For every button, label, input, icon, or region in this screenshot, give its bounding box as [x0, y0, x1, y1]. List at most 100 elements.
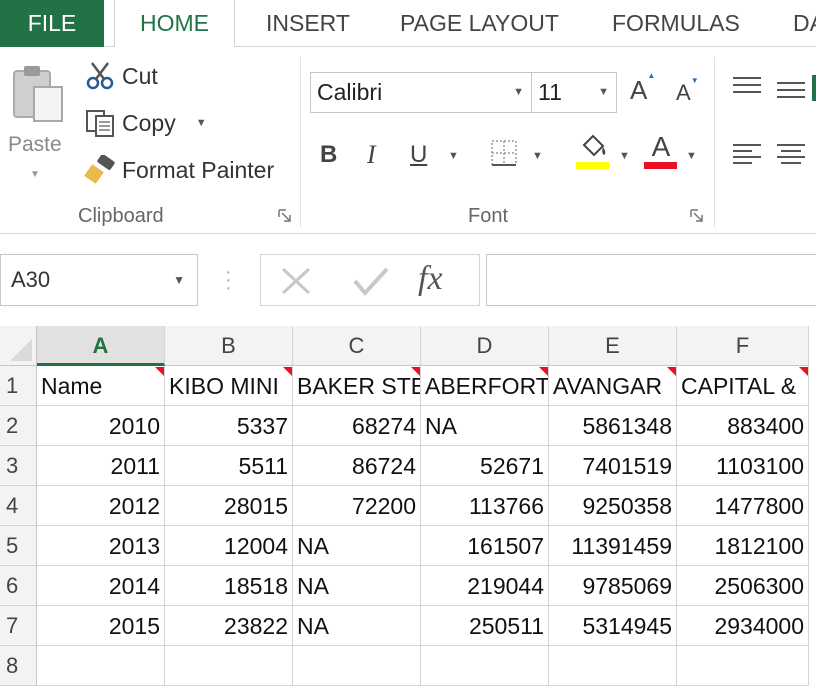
- clipboard-dialog-launcher-icon[interactable]: [278, 209, 292, 223]
- cell-c6[interactable]: NA: [293, 566, 421, 606]
- italic-button[interactable]: I: [367, 139, 376, 171]
- insert-function-icon[interactable]: fx: [418, 260, 443, 298]
- cell-c4[interactable]: 72200: [293, 486, 421, 526]
- cell-b8[interactable]: [165, 646, 293, 686]
- tab-home[interactable]: HOME: [114, 0, 235, 48]
- font-size-select[interactable]: 11 ▼: [531, 72, 617, 113]
- font-dialog-launcher-icon[interactable]: [690, 209, 704, 223]
- cell-b1[interactable]: KIBO MINI: [165, 366, 293, 406]
- column-header-c[interactable]: C: [293, 326, 421, 366]
- enter-check-icon[interactable]: [351, 265, 391, 297]
- row-header-1[interactable]: 1: [0, 366, 37, 406]
- cell-c1[interactable]: BAKER STE: [293, 366, 421, 406]
- column-header-f[interactable]: F: [677, 326, 809, 366]
- middle-align-icon[interactable]: [776, 79, 806, 101]
- tab-insert[interactable]: INSERT: [266, 0, 350, 47]
- row-header-5[interactable]: 5: [0, 526, 37, 566]
- comment-indicator-icon[interactable]: [411, 367, 420, 376]
- borders-icon[interactable]: [490, 139, 518, 167]
- cell-c2[interactable]: 68274: [293, 406, 421, 446]
- cell-f4[interactable]: 1477800: [677, 486, 809, 526]
- borders-dropdown-icon[interactable]: ▼: [532, 150, 543, 162]
- cell-e1[interactable]: AVANGAR: [549, 366, 677, 406]
- row-header-6[interactable]: 6: [0, 566, 37, 606]
- formula-input[interactable]: [486, 254, 816, 306]
- cell-d7[interactable]: 250511: [421, 606, 549, 646]
- cell-d8[interactable]: [421, 646, 549, 686]
- tab-page-layout[interactable]: PAGE LAYOUT: [400, 0, 559, 47]
- cancel-icon[interactable]: [279, 265, 313, 297]
- tab-data[interactable]: DA: [793, 0, 816, 47]
- cell-f7[interactable]: 2934000: [677, 606, 809, 646]
- grow-font-button[interactable]: A ▲: [630, 71, 655, 106]
- name-box[interactable]: A30 ▼: [0, 254, 198, 306]
- cut-button[interactable]: Cut: [84, 59, 158, 93]
- bold-button[interactable]: B: [320, 139, 337, 171]
- copy-dropdown-icon[interactable]: ▼: [196, 117, 207, 129]
- cell-f3[interactable]: 1103100: [677, 446, 809, 486]
- cell-c3[interactable]: 86724: [293, 446, 421, 486]
- cell-b6[interactable]: 18518: [165, 566, 293, 606]
- underline-button[interactable]: U: [410, 139, 427, 171]
- cell-f2[interactable]: 883400: [677, 406, 809, 446]
- comment-indicator-icon[interactable]: [799, 367, 808, 376]
- paste-dropdown-icon[interactable]: ▼: [30, 169, 40, 180]
- cell-e4[interactable]: 9250358: [549, 486, 677, 526]
- cell-d6[interactable]: 219044: [421, 566, 549, 606]
- cell-b3[interactable]: 5511: [165, 446, 293, 486]
- shrink-font-button[interactable]: A ▼: [676, 76, 699, 106]
- cell-b7[interactable]: 23822: [165, 606, 293, 646]
- cell-c5[interactable]: NA: [293, 526, 421, 566]
- cell-e8[interactable]: [549, 646, 677, 686]
- column-header-d[interactable]: D: [421, 326, 549, 366]
- cell-c8[interactable]: [293, 646, 421, 686]
- cell-b4[interactable]: 28015: [165, 486, 293, 526]
- cell-b5[interactable]: 12004: [165, 526, 293, 566]
- chevron-down-icon[interactable]: ▼: [173, 255, 185, 305]
- cell-a3[interactable]: 2011: [37, 446, 165, 486]
- row-header-2[interactable]: 2: [0, 406, 37, 446]
- font-family-select[interactable]: Calibri ▼: [310, 72, 532, 113]
- cell-a7[interactable]: 2015: [37, 606, 165, 646]
- align-left-icon[interactable]: [732, 143, 762, 165]
- cell-a1[interactable]: Name: [37, 366, 165, 406]
- cell-f6[interactable]: 2506300: [677, 566, 809, 606]
- cell-a8[interactable]: [37, 646, 165, 686]
- font-color-dropdown-icon[interactable]: ▼: [686, 150, 697, 162]
- cell-d4[interactable]: 113766: [421, 486, 549, 526]
- row-header-7[interactable]: 7: [0, 606, 37, 646]
- cell-d2[interactable]: NA: [421, 406, 549, 446]
- cell-f5[interactable]: 1812100: [677, 526, 809, 566]
- cell-d3[interactable]: 52671: [421, 446, 549, 486]
- comment-indicator-icon[interactable]: [667, 367, 676, 376]
- cell-e7[interactable]: 5314945: [549, 606, 677, 646]
- cell-a6[interactable]: 2014: [37, 566, 165, 606]
- comment-indicator-icon[interactable]: [283, 367, 292, 376]
- top-align-icon[interactable]: [732, 75, 762, 97]
- format-painter-button[interactable]: Format Painter: [84, 153, 274, 187]
- tab-file[interactable]: FILE: [0, 0, 104, 47]
- cell-a2[interactable]: 2010: [37, 406, 165, 446]
- fill-color-button[interactable]: [576, 133, 610, 171]
- underline-dropdown-icon[interactable]: ▼: [448, 150, 459, 162]
- column-header-a[interactable]: A: [37, 326, 165, 366]
- copy-button[interactable]: Copy ▼: [84, 106, 207, 140]
- cell-c7[interactable]: NA: [293, 606, 421, 646]
- select-all-button[interactable]: [0, 326, 37, 366]
- row-header-4[interactable]: 4: [0, 486, 37, 526]
- cell-a4[interactable]: 2012: [37, 486, 165, 526]
- cell-e3[interactable]: 7401519: [549, 446, 677, 486]
- comment-indicator-icon[interactable]: [155, 367, 164, 376]
- drag-handle-icon[interactable]: · · ·: [225, 262, 232, 298]
- font-color-button[interactable]: A: [644, 133, 678, 171]
- cell-e6[interactable]: 9785069: [549, 566, 677, 606]
- comment-indicator-icon[interactable]: [539, 367, 548, 376]
- tab-formulas[interactable]: FORMULAS: [612, 0, 740, 47]
- cell-e2[interactable]: 5861348: [549, 406, 677, 446]
- cell-b2[interactable]: 5337: [165, 406, 293, 446]
- row-header-8[interactable]: 8: [0, 646, 37, 686]
- column-header-e[interactable]: E: [549, 326, 677, 366]
- cell-d5[interactable]: 161507: [421, 526, 549, 566]
- column-header-b[interactable]: B: [165, 326, 293, 366]
- cell-a5[interactable]: 2013: [37, 526, 165, 566]
